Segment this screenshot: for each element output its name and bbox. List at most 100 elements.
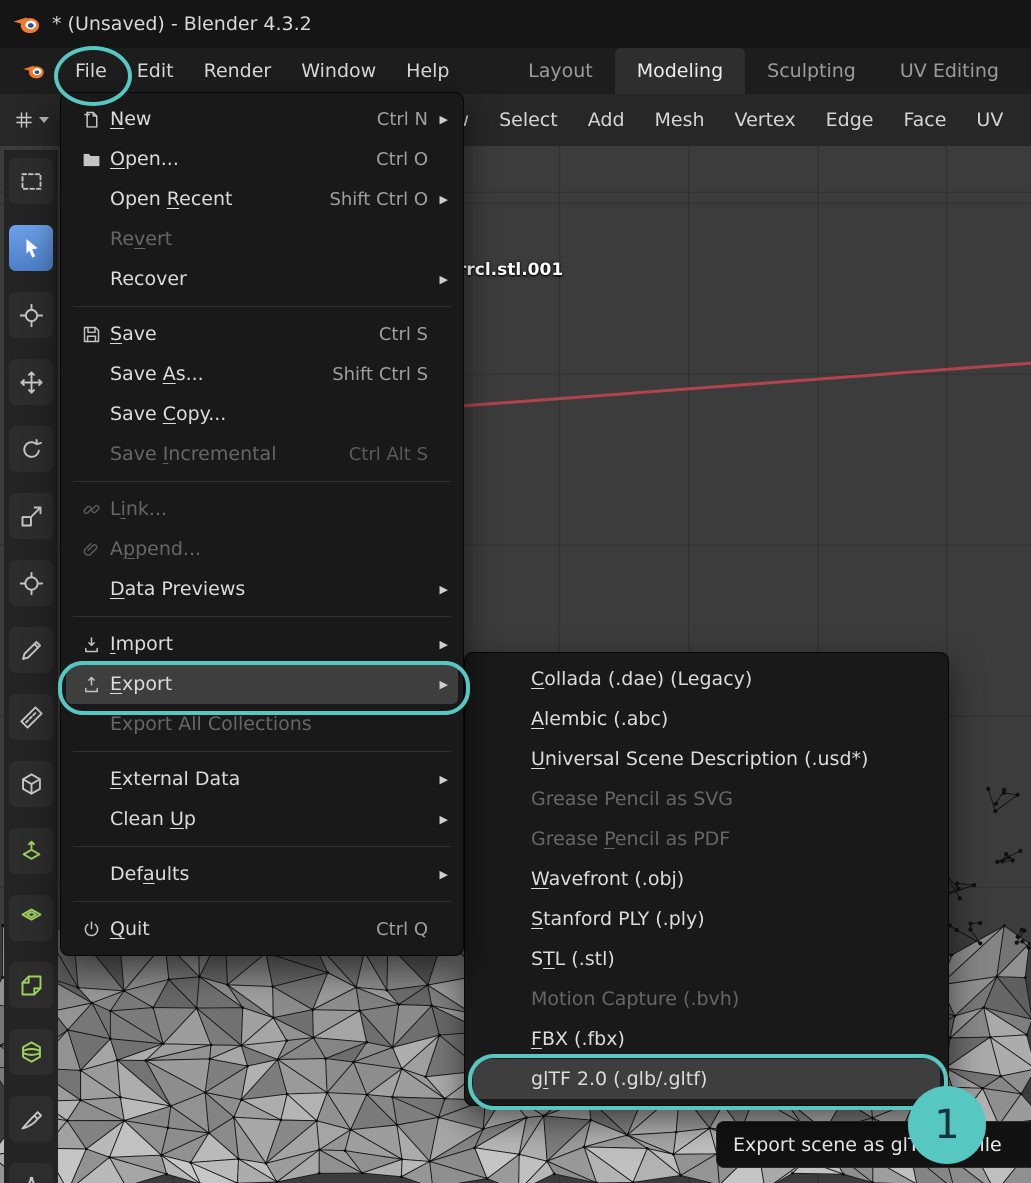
file-menu-item-recover[interactable]: Recover▶ [66,259,458,299]
menu-item-label: External Data [110,768,240,790]
menu-item-label: Export All Collections [110,713,312,735]
tool-rotate-button[interactable] [9,426,53,472]
link-icon [74,499,108,520]
bevel-icon [18,972,45,999]
menubar-item-render[interactable]: Render [189,48,287,94]
export-item-grease-pencil-as-svg[interactable]: Grease Pencil as SVG [473,779,940,819]
export-item-fbx-fbx[interactable]: FBX (.fbx) [473,1019,940,1059]
file-menu-items: NewCtrl N▶Open...Ctrl OOpen RecentShift … [61,99,463,949]
menu-item-label: New [110,108,151,130]
append-icon [74,539,108,560]
file-menu-item-defaults[interactable]: Defaults▶ [66,854,458,894]
menubar-item-window[interactable]: Window [286,48,391,94]
tool-cursor-button[interactable] [9,292,53,338]
menubar-items: FileEditRenderWindowHelp [60,48,465,94]
menu-item-label: Grease Pencil as PDF [531,828,730,850]
blender-app-menu-icon[interactable] [22,61,46,81]
loop-cut-icon [18,1039,45,1066]
menubar-item-help[interactable]: Help [391,48,464,94]
tool-move-button[interactable] [9,359,53,405]
tab-layout[interactable]: Layout [506,48,615,94]
header-menu-face[interactable]: Face [888,94,961,146]
menubar-item-edit[interactable]: Edit [122,48,189,94]
menu-item-label: Collada (.dae) (Legacy) [531,668,752,690]
export-item-universal-scene-description-usd[interactable]: Universal Scene Description (.usd*) [473,739,940,779]
tool-tweak-button[interactable] [9,225,53,271]
menu-item-label: Quit [110,918,150,940]
file-menu-item-save[interactable]: SaveCtrl S [66,314,458,354]
tab-uv-editing[interactable]: UV Editing [878,48,1021,94]
header-menu-select[interactable]: Select [484,94,573,146]
tool-poly-build-button[interactable] [9,1163,53,1183]
file-menu-item-open[interactable]: Open...Ctrl O [66,139,458,179]
menu-item-label: Export [110,673,172,695]
menu-item-label: Grease Pencil as SVG [531,788,733,810]
blender-logo-icon [12,11,42,37]
tool-select-box-button[interactable] [9,158,53,204]
tool-bevel-button[interactable] [9,962,53,1008]
header-menu-add[interactable]: Add [573,94,640,146]
export-item-stl-stl[interactable]: STL (.stl) [473,939,940,979]
extrude-region-icon [18,838,45,865]
export-item-motion-capture-bvh[interactable]: Motion Capture (.bvh) [473,979,940,1019]
import-icon [74,634,108,655]
save-icon [74,324,108,345]
file-menu-item-data-previews[interactable]: Data Previews▶ [66,569,458,609]
file-menu-item-save-as[interactable]: Save As...Shift Ctrl S [66,354,458,394]
file-menu-item-new[interactable]: NewCtrl N▶ [66,99,458,139]
editor-type-selector[interactable] [14,110,49,130]
menu-item-label: Clean Up [110,808,196,830]
menu-item-shortcut: Ctrl Alt S [325,444,428,465]
tool-measure-button[interactable] [9,694,53,740]
file-menu-item-export-all-collections[interactable]: Export All Collections [66,704,458,744]
export-item-wavefront-obj[interactable]: Wavefront (.obj) [473,859,940,899]
header-menu-mesh[interactable]: Mesh [640,94,720,146]
tab-sculpting[interactable]: Sculpting [745,48,878,94]
export-submenu-items: Collada (.dae) (Legacy) Alembic (.abc)Uni… [465,659,948,1099]
file-menu-item-import[interactable]: Import▶ [66,624,458,664]
tool-extrude-region-button[interactable] [9,828,53,874]
export-item-gltf-2-0-glb-gltf[interactable]: glTF 2.0 (.glb/.gltf) [473,1059,940,1099]
toolbar [4,150,58,1183]
file-menu-item-link[interactable]: Link... [66,489,458,529]
export-item-collada-dae-legacy[interactable]: Collada (.dae) (Legacy) [473,659,940,699]
menu-separator [73,306,451,307]
file-menu-item-quit[interactable]: QuitCtrl Q [66,909,458,949]
header-menu-vertex[interactable]: Vertex [720,94,811,146]
file-menu-item-save-copy[interactable]: Save Copy... [66,394,458,434]
export-icon [74,674,108,695]
tool-add-cube-button[interactable] [9,761,53,807]
file-menu-item-save-incremental[interactable]: Save IncrementalCtrl Alt S [66,434,458,474]
menu-item-label: Data Previews [110,578,245,600]
menu-item-label: Revert [110,228,172,250]
inset-faces-icon [18,905,45,932]
tool-annotate-button[interactable] [9,627,53,673]
tool-transform-button[interactable] [9,560,53,606]
file-menu-item-export[interactable]: Export▶ [66,664,458,704]
tool-scale-button[interactable] [9,493,53,539]
header-menu-uv[interactable]: UV [961,94,1018,146]
file-menu-item-open-recent[interactable]: Open RecentShift Ctrl O▶ [66,179,458,219]
export-item-stanford-ply-ply[interactable]: Stanford PLY (.ply) [473,899,940,939]
menu-item-label: Append... [110,538,201,560]
file-menu-item-clean-up[interactable]: Clean Up▶ [66,799,458,839]
export-item-grease-pencil-as-pdf[interactable]: Grease Pencil as PDF [473,819,940,859]
file-menu-item-revert[interactable]: Revert [66,219,458,259]
tool-knife-button[interactable] [9,1096,53,1142]
folder-icon [74,149,108,170]
tool-inset-faces-button[interactable] [9,895,53,941]
tool-loop-cut-button[interactable] [9,1029,53,1075]
measure-icon [18,704,45,731]
cursor-icon [18,302,45,329]
menubar-item-file[interactable]: File [60,48,122,94]
file-new-icon [74,109,108,130]
submenu-arrow-icon: ▶ [432,638,448,651]
menu-separator [73,901,451,902]
file-menu-item-append[interactable]: Append... [66,529,458,569]
export-item-alembic-abc[interactable]: Alembic (.abc) [473,699,940,739]
header-menu-edge[interactable]: Edge [811,94,889,146]
tab-modeling[interactable]: Modeling [615,48,745,94]
file-menu-item-external-data[interactable]: External Data▶ [66,759,458,799]
export-submenu: Collada (.dae) (Legacy) Alembic (.abc)Uni… [464,652,949,1106]
menu-item-label: Defaults [110,863,189,885]
